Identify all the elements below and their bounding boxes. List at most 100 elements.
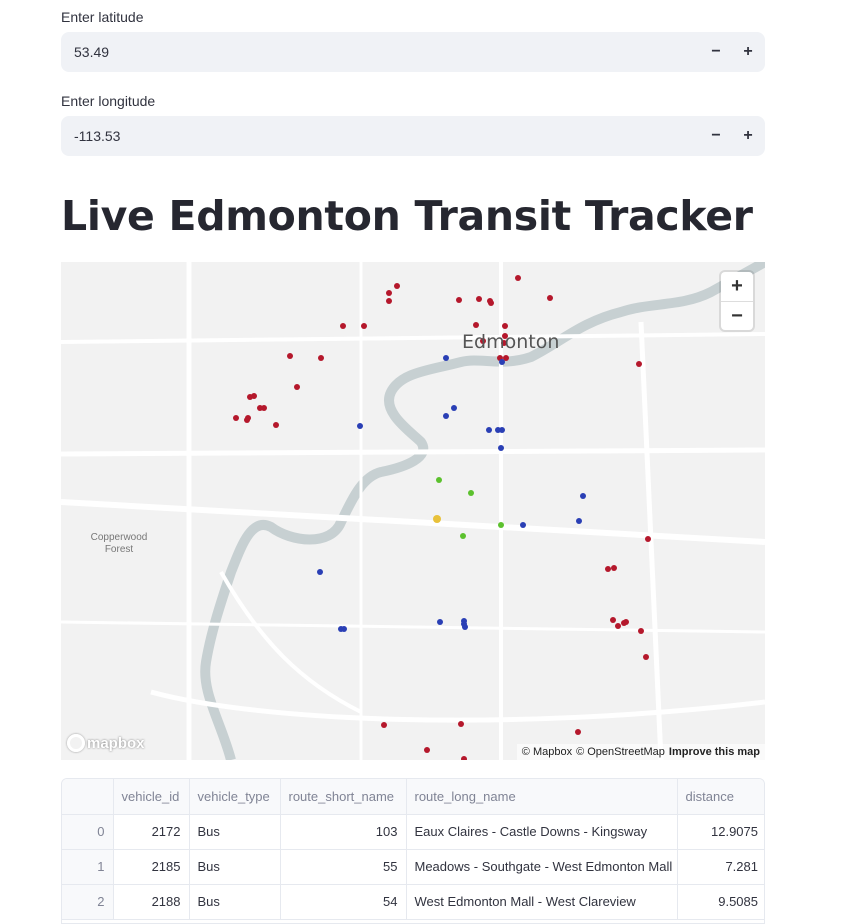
- mapbox-logo[interactable]: mapbox: [67, 734, 145, 752]
- vehicle-marker-red[interactable]: [233, 415, 239, 421]
- vehicle-marker-red[interactable]: [638, 628, 644, 634]
- cell-distance[interactable]: 9.5085: [677, 884, 764, 920]
- vehicle-marker-red[interactable]: [610, 617, 616, 623]
- vehicle-marker-red[interactable]: [318, 355, 324, 361]
- vehicle-marker-red[interactable]: [615, 623, 621, 629]
- zoom-control[interactable]: + −: [721, 272, 753, 330]
- vehicle-marker-red[interactable]: [547, 295, 553, 301]
- vehicles-table[interactable]: vehicle_id vehicle_type route_short_name…: [61, 778, 765, 924]
- zoom-out-button[interactable]: −: [721, 301, 753, 330]
- vehicle-marker-red[interactable]: [473, 322, 479, 328]
- map[interactable]: Edmonton Copperwood Forest + − mapbox © …: [61, 262, 765, 760]
- vehicle-marker-blue[interactable]: [451, 405, 457, 411]
- vehicle-marker-blue[interactable]: [580, 493, 586, 499]
- row-index: 2: [62, 884, 114, 920]
- zoom-in-button[interactable]: +: [721, 272, 753, 301]
- vehicle-marker-blue[interactable]: [357, 423, 363, 429]
- vehicle-marker-red[interactable]: [575, 729, 581, 735]
- latitude-decrement-button[interactable]: −: [700, 32, 732, 72]
- cell-route-long-name[interactable]: Eaux Claires - Castle Downs - Kingsway: [406, 814, 678, 850]
- longitude-decrement-button[interactable]: −: [700, 116, 732, 156]
- vehicle-marker-green[interactable]: [498, 522, 504, 528]
- vehicle-marker-blue[interactable]: [317, 569, 323, 575]
- cell-distance[interactable]: 12.9075: [677, 814, 764, 850]
- vehicle-marker-red[interactable]: [244, 417, 250, 423]
- column-header-index[interactable]: [62, 779, 114, 815]
- table-row[interactable]: 2 2188 Bus 54 West Edmonton Mall - West …: [62, 884, 764, 920]
- latitude-value[interactable]: 53.49: [61, 44, 700, 60]
- latitude-input[interactable]: 53.49 − +: [61, 32, 765, 72]
- vehicle-marker-red[interactable]: [461, 756, 467, 760]
- vehicle-marker-blue[interactable]: [443, 355, 449, 361]
- vehicle-marker-red[interactable]: [456, 297, 462, 303]
- vehicle-marker-red[interactable]: [515, 275, 521, 281]
- longitude-label: Enter longitude: [61, 93, 156, 109]
- vehicle-marker-red[interactable]: [476, 296, 482, 302]
- vehicle-marker-blue[interactable]: [443, 413, 449, 419]
- vehicle-marker-red[interactable]: [458, 721, 464, 727]
- vehicle-marker-red[interactable]: [273, 422, 279, 428]
- vehicle-marker-red[interactable]: [611, 565, 617, 571]
- improve-map-link[interactable]: Improve this map: [669, 746, 760, 758]
- vehicle-marker-red[interactable]: [643, 654, 649, 660]
- vehicle-marker-red[interactable]: [381, 722, 387, 728]
- column-header-distance[interactable]: distance: [677, 779, 764, 815]
- vehicle-marker-red[interactable]: [623, 619, 629, 625]
- column-header-vehicle-id[interactable]: vehicle_id: [113, 779, 190, 815]
- longitude-increment-button[interactable]: +: [732, 116, 764, 156]
- vehicle-marker-blue[interactable]: [576, 518, 582, 524]
- cell-route-short-name[interactable]: 55: [280, 849, 407, 885]
- cell-vehicle-id[interactable]: 2172: [113, 814, 190, 850]
- cell-distance[interactable]: 7.281: [677, 849, 764, 885]
- vehicle-marker-blue[interactable]: [499, 427, 505, 433]
- attribution-osm-link[interactable]: © OpenStreetMap: [576, 746, 665, 758]
- cell-vehicle-id[interactable]: 2188: [113, 884, 190, 920]
- vehicle-marker-red[interactable]: [424, 747, 430, 753]
- cell-route-short-name[interactable]: 54: [280, 884, 407, 920]
- vehicle-marker-red[interactable]: [394, 283, 400, 289]
- vehicle-marker-blue[interactable]: [520, 522, 526, 528]
- cell-vehicle-type[interactable]: Bus: [189, 849, 281, 885]
- vehicle-marker-red[interactable]: [645, 536, 651, 542]
- table-header-row: vehicle_id vehicle_type route_short_name…: [62, 779, 764, 815]
- vehicle-marker-red[interactable]: [502, 323, 508, 329]
- vehicle-marker-blue[interactable]: [437, 619, 443, 625]
- table-row[interactable]: 1 2185 Bus 55 Meadows - Southgate - West…: [62, 849, 764, 885]
- vehicle-marker-red[interactable]: [251, 393, 257, 399]
- vehicle-marker-red[interactable]: [287, 353, 293, 359]
- vehicle-marker-red[interactable]: [386, 298, 392, 304]
- table-row[interactable]: 0 2172 Bus 103 Eaux Claires - Castle Dow…: [62, 814, 764, 850]
- cell-route-long-name[interactable]: Meadows - Southgate - West Edmonton Mall: [406, 849, 678, 885]
- vehicle-marker-blue[interactable]: [462, 624, 468, 630]
- vehicle-marker-yellow[interactable]: [433, 515, 441, 523]
- vehicle-marker-red[interactable]: [386, 290, 392, 296]
- vehicle-marker-red[interactable]: [294, 384, 300, 390]
- vehicle-marker-green[interactable]: [436, 477, 442, 483]
- cell-vehicle-type[interactable]: Bus: [189, 884, 281, 920]
- longitude-input[interactable]: -113.53 − +: [61, 116, 765, 156]
- map-base-layer: [61, 262, 765, 760]
- vehicle-marker-blue[interactable]: [486, 427, 492, 433]
- latitude-label: Enter latitude: [61, 9, 144, 25]
- cell-vehicle-type[interactable]: Bus: [189, 814, 281, 850]
- vehicle-marker-blue[interactable]: [341, 626, 347, 632]
- vehicle-marker-red[interactable]: [361, 323, 367, 329]
- vehicle-marker-red[interactable]: [488, 300, 494, 306]
- column-header-route-long-name[interactable]: route_long_name: [406, 779, 678, 815]
- column-header-route-short-name[interactable]: route_short_name: [280, 779, 407, 815]
- column-header-vehicle-type[interactable]: vehicle_type: [189, 779, 281, 815]
- longitude-value[interactable]: -113.53: [61, 128, 700, 144]
- latitude-increment-button[interactable]: +: [732, 32, 764, 72]
- vehicle-marker-blue[interactable]: [498, 445, 504, 451]
- cell-vehicle-id[interactable]: 2185: [113, 849, 190, 885]
- vehicle-marker-blue[interactable]: [499, 359, 505, 365]
- vehicle-marker-red[interactable]: [636, 361, 642, 367]
- vehicle-marker-green[interactable]: [460, 533, 466, 539]
- cell-route-long-name[interactable]: West Edmonton Mall - West Clareview: [406, 884, 678, 920]
- vehicle-marker-red[interactable]: [257, 405, 263, 411]
- attribution-mapbox-link[interactable]: © Mapbox: [522, 746, 572, 758]
- vehicle-marker-red[interactable]: [340, 323, 346, 329]
- vehicle-marker-red[interactable]: [605, 566, 611, 572]
- cell-route-short-name[interactable]: 103: [280, 814, 407, 850]
- vehicle-marker-green[interactable]: [468, 490, 474, 496]
